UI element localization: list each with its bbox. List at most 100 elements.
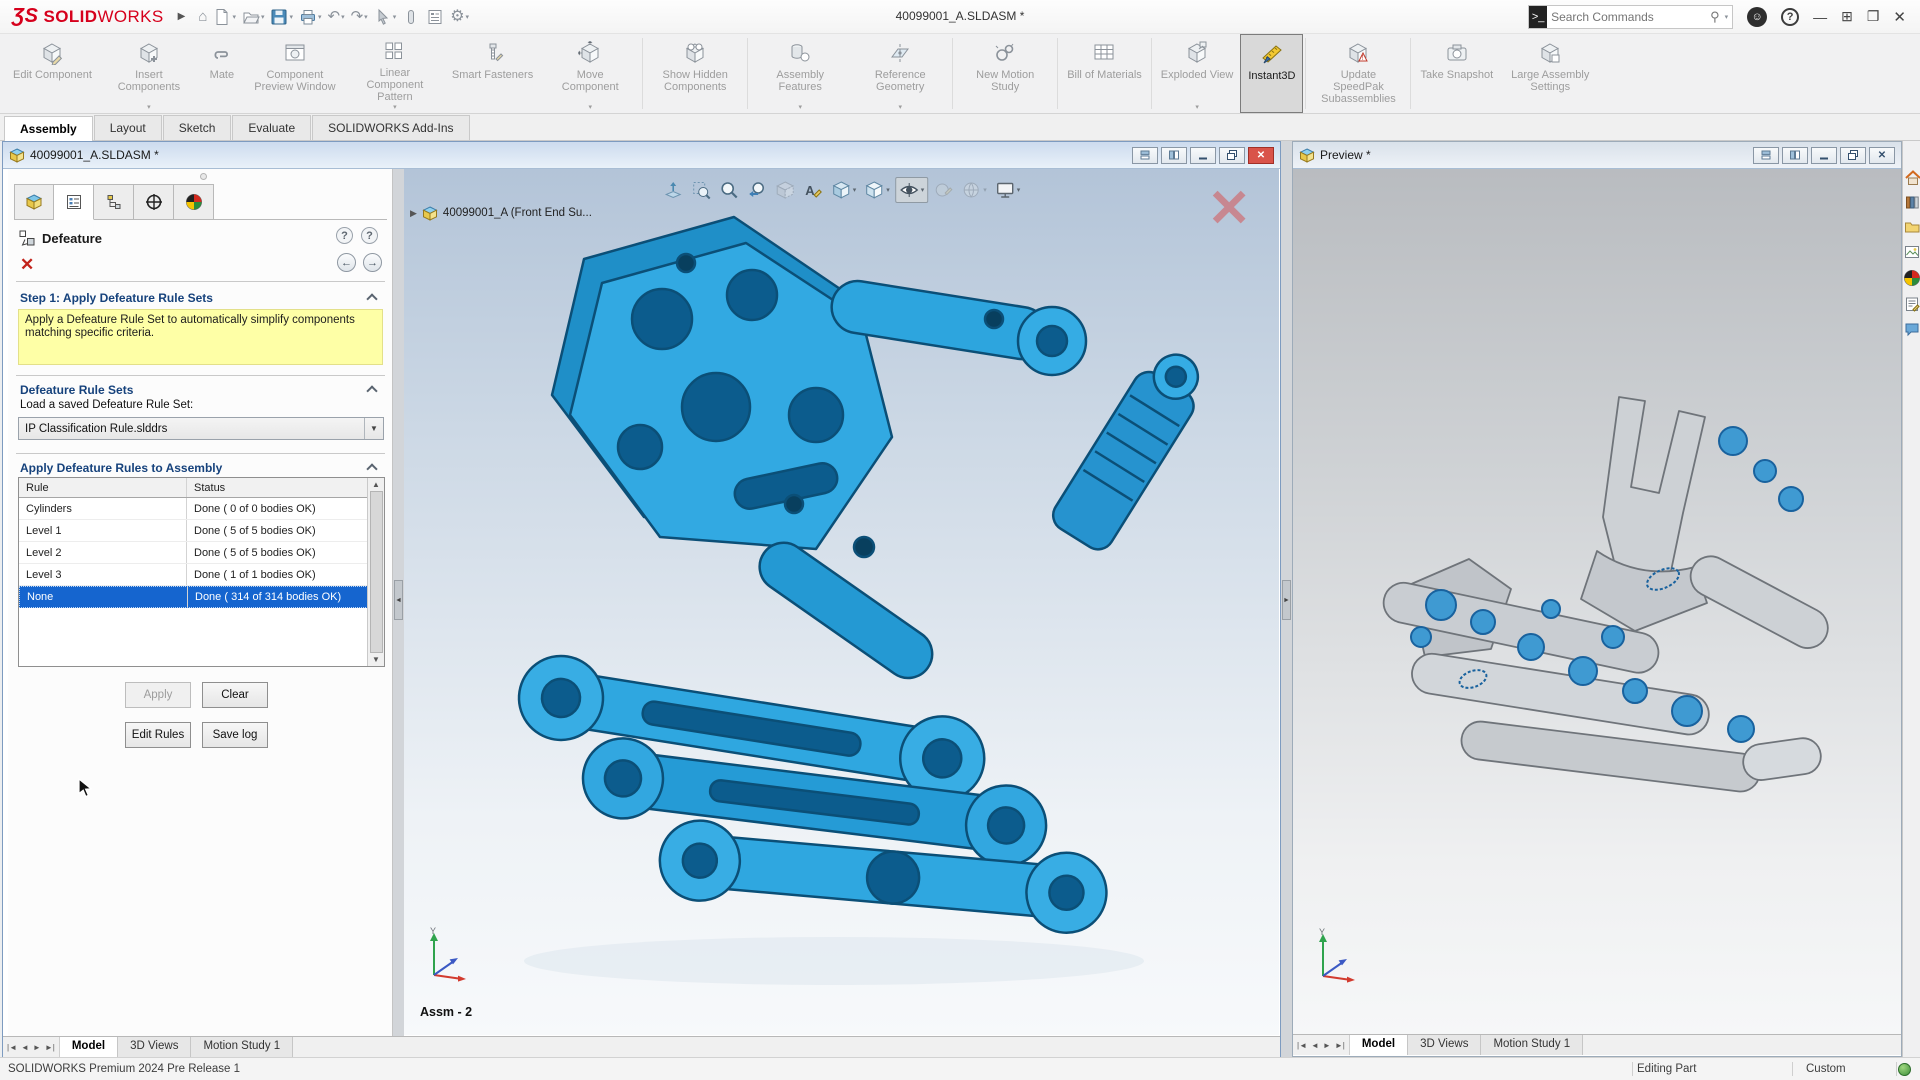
dropdown-caret-icon[interactable]: ▾: [921, 186, 925, 194]
dropdown-caret-icon[interactable]: ▾: [1195, 103, 1199, 111]
collapse-chevron-icon[interactable]: [366, 293, 377, 304]
step1-section-header[interactable]: Step 1: Apply Defeature Rule Sets: [20, 291, 213, 305]
edit-component-button[interactable]: Edit Component: [6, 34, 99, 113]
new-document-icon[interactable]: ▾: [210, 3, 239, 31]
minimize-icon[interactable]: [1190, 147, 1216, 164]
table-row-none[interactable]: NoneDone ( 314 of 314 bodies OK): [19, 586, 384, 608]
configuration-tab-label[interactable]: Custom: [1806, 1063, 1846, 1075]
touch-mode-icon[interactable]: [399, 3, 423, 31]
tile-horizontal-icon[interactable]: [1753, 147, 1779, 164]
model-tree-tab[interactable]: [14, 184, 54, 220]
tab-assembly[interactable]: Assembly: [4, 116, 93, 141]
last-sheet-icon[interactable]: ►|: [45, 1043, 55, 1052]
print-icon[interactable]: ▾: [296, 3, 325, 31]
restore-icon[interactable]: [1219, 147, 1245, 164]
appearances-icon[interactable]: [1903, 269, 1920, 287]
dropdown-caret-icon[interactable]: ▼: [364, 418, 383, 439]
sheet-tab-model[interactable]: Model: [1350, 1035, 1408, 1055]
panel-help-icon[interactable]: ?: [361, 227, 378, 244]
take-snapshot-button[interactable]: Take Snapshot: [1413, 34, 1500, 113]
undo-icon[interactable]: ↶▾: [325, 3, 348, 31]
next-sheet-icon[interactable]: ►: [33, 1043, 41, 1052]
resources-home-icon[interactable]: [1904, 169, 1920, 185]
sheet-tab-model[interactable]: Model: [60, 1037, 118, 1057]
edit-rules-button[interactable]: Edit Rules: [125, 722, 191, 748]
collapse-preview-chevron-icon[interactable]: ►: [1282, 580, 1291, 620]
restore-icon[interactable]: [1840, 147, 1866, 164]
tab-layout[interactable]: Layout: [94, 115, 162, 140]
update-speedpak-subassemblies-button[interactable]: ! Update SpeedPak Subassemblies: [1308, 34, 1408, 113]
sheet-tab-motion-study-1[interactable]: Motion Study 1: [191, 1037, 293, 1057]
smart-fasteners-button[interactable]: Smart Fasteners: [445, 34, 540, 113]
mate-button[interactable]: Mate: [199, 34, 245, 113]
select-icon[interactable]: ▾: [371, 3, 400, 31]
breadcrumb-arrow-icon[interactable]: ▶: [410, 208, 417, 219]
exploded-view-button[interactable]: Exploded View▾: [1154, 34, 1241, 113]
large-assembly-settings-button[interactable]: Large Assembly Settings: [1500, 34, 1600, 113]
dimxpert-tab[interactable]: [134, 184, 174, 220]
dropdown-caret-icon[interactable]: ▾: [147, 103, 151, 111]
search-input[interactable]: [1547, 10, 1710, 24]
search-icon[interactable]: ⚲: [1710, 9, 1720, 25]
table-row-level-1[interactable]: Level 1Done ( 5 of 5 bodies OK): [19, 520, 384, 542]
instant3d-button[interactable]: Instant3D: [1240, 34, 1303, 113]
clear-button[interactable]: Clear: [202, 682, 268, 708]
display-manager-tab[interactable]: [174, 184, 214, 220]
quick-tips-icon[interactable]: ?: [336, 227, 353, 244]
sheet-tab-3d-views[interactable]: 3D Views: [1408, 1035, 1481, 1055]
panel-grip-handle[interactable]: [200, 173, 207, 180]
tab-solidworks-add-ins[interactable]: SOLIDWORKS Add-Ins: [312, 115, 469, 140]
back-arrow-icon[interactable]: ←: [337, 253, 356, 272]
apply-rules-section-header[interactable]: Apply Defeature Rules to Assembly: [20, 461, 222, 475]
collapse-chevron-icon[interactable]: [366, 385, 377, 396]
apply-button[interactable]: Apply: [125, 682, 191, 708]
table-row-level-2[interactable]: Level 2Done ( 5 of 5 bodies OK): [19, 542, 384, 564]
save-log-button[interactable]: Save log: [202, 722, 268, 748]
reference-geometry-button[interactable]: Reference Geometry▾: [850, 34, 950, 113]
open-icon[interactable]: ▾: [239, 3, 268, 31]
new-motion-study-button[interactable]: New Motion Study: [955, 34, 1055, 113]
table-row-level-3[interactable]: Level 3Done ( 1 of 1 bodies OK): [19, 564, 384, 586]
options-icon[interactable]: ⚙▾: [447, 3, 472, 31]
dropdown-caret-icon[interactable]: ▾: [886, 186, 890, 194]
tab-evaluate[interactable]: Evaluate: [232, 115, 311, 140]
scrollbar-thumb[interactable]: [370, 491, 383, 653]
home-icon[interactable]: ⌂: [195, 3, 210, 31]
dropdown-caret-icon[interactable]: ▾: [898, 103, 902, 111]
user-account-icon[interactable]: ☺: [1747, 7, 1767, 27]
sheet-tab-motion-study-1[interactable]: Motion Study 1: [1481, 1035, 1583, 1055]
tile-vertical-icon[interactable]: [1161, 147, 1187, 164]
collapse-chevron-icon[interactable]: [366, 463, 377, 474]
collapse-panel-chevron-icon[interactable]: ◄: [394, 580, 403, 620]
close-window-icon[interactable]: ✕: [1893, 8, 1906, 26]
first-sheet-icon[interactable]: |◄: [1297, 1041, 1307, 1050]
forum-icon[interactable]: [1904, 321, 1920, 337]
rule-sets-section-header[interactable]: Defeature Rule Sets: [20, 383, 133, 397]
tile-vertical-icon[interactable]: [1782, 147, 1808, 164]
dropdown-caret-icon[interactable]: ▾: [853, 186, 857, 194]
prev-sheet-icon[interactable]: ◄: [1311, 1041, 1319, 1050]
next-sheet-icon[interactable]: ►: [1323, 1041, 1331, 1050]
assembly-features-button[interactable]: Assembly Features▾: [750, 34, 850, 113]
sheet-tab-3d-views[interactable]: 3D Views: [118, 1037, 191, 1057]
dropdown-caret-icon[interactable]: ▾: [798, 103, 802, 111]
custom-properties-icon[interactable]: [1904, 296, 1920, 312]
dropdown-caret-icon[interactable]: ▾: [983, 186, 987, 194]
search-commands-box[interactable]: >_ ⚲ ▾: [1528, 5, 1733, 29]
property-manager-tab[interactable]: [54, 184, 94, 220]
tab-sketch[interactable]: Sketch: [163, 115, 232, 140]
dropdown-caret-icon[interactable]: ▾: [588, 103, 592, 111]
rule-set-dropdown[interactable]: IP Classification Rule.slddrs ▼: [18, 417, 384, 440]
tile-horizontal-icon[interactable]: [1132, 147, 1158, 164]
close-icon[interactable]: ✕: [1869, 147, 1895, 164]
save-icon[interactable]: ▾: [267, 3, 296, 31]
table-row-cylinders[interactable]: CylindersDone ( 0 of 0 bodies OK): [19, 498, 384, 520]
bill-of-materials-button[interactable]: Bill of Materials: [1060, 34, 1149, 113]
status-sphere-icon[interactable]: [1898, 1063, 1911, 1076]
last-sheet-icon[interactable]: ►|: [1335, 1041, 1345, 1050]
help-icon[interactable]: ?: [1781, 8, 1799, 26]
prev-sheet-icon[interactable]: ◄: [21, 1043, 29, 1052]
minimize-window-icon[interactable]: —: [1813, 9, 1827, 25]
first-sheet-icon[interactable]: |◄: [7, 1043, 17, 1052]
minimize-icon[interactable]: [1811, 147, 1837, 164]
